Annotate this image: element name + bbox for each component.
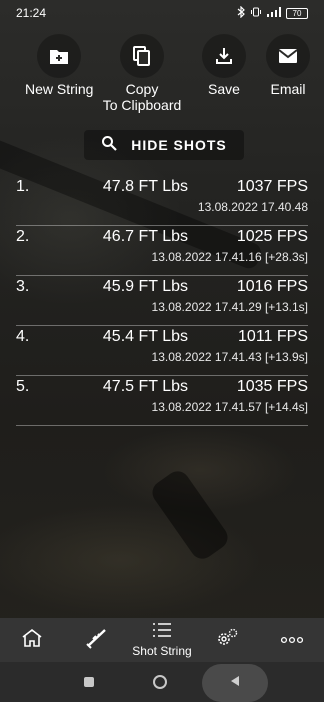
shot-timestamp: 13.08.2022 17.41.29 [+13.1s] xyxy=(151,300,308,314)
bottom-navigation: Shot String xyxy=(0,618,324,662)
home-icon xyxy=(21,628,43,653)
shot-index: 4. xyxy=(16,328,30,345)
copy-to-clipboard-button[interactable]: Copy To Clipboard xyxy=(97,34,187,113)
vibrate-icon xyxy=(250,6,262,21)
shot-velocity: 1037 FPS xyxy=(236,178,308,195)
copy-icon xyxy=(120,34,164,78)
battery-icon: 70 xyxy=(286,7,308,19)
home-button[interactable] xyxy=(153,675,167,689)
shot-row[interactable]: 4. 45.4 FT Lbs 1011 FPS 13.08.2022 17.41… xyxy=(16,326,308,376)
shot-index: 1. xyxy=(16,178,30,195)
list-icon xyxy=(152,622,172,643)
system-navigation-bar xyxy=(0,662,324,702)
save-label: Save xyxy=(208,81,240,97)
copy-label-line1: Copy xyxy=(125,81,159,97)
hide-shots-label: HIDE SHOTS xyxy=(131,137,227,153)
search-icon xyxy=(101,135,117,156)
new-folder-icon xyxy=(37,34,82,78)
new-string-button[interactable]: New String xyxy=(25,34,93,97)
shot-energy: 47.8 FT Lbs xyxy=(102,178,188,195)
shot-index: 3. xyxy=(16,278,30,295)
email-label: Email xyxy=(270,81,306,97)
nav-shot-string-label: Shot String xyxy=(132,644,192,658)
back-icon xyxy=(230,674,240,692)
copy-label-line2: To Clipboard xyxy=(102,97,182,113)
status-icons: 70 xyxy=(237,5,308,21)
shot-velocity: 1035 FPS xyxy=(236,378,308,395)
shot-timestamp: 13.08.2022 17.40.48 xyxy=(197,200,308,214)
shot-index: 2. xyxy=(16,228,30,245)
shot-energy: 47.5 FT Lbs xyxy=(102,378,188,395)
new-string-label: New String xyxy=(25,81,94,97)
shot-timestamp: 13.08.2022 17.41.57 [+14.4s] xyxy=(151,400,308,414)
nav-settings[interactable] xyxy=(194,618,259,662)
shot-index: 5. xyxy=(16,378,30,395)
back-button[interactable] xyxy=(202,664,268,702)
shot-energy: 46.7 FT Lbs xyxy=(102,228,188,245)
download-icon xyxy=(202,34,246,78)
shot-row[interactable]: 3. 45.9 FT Lbs 1016 FPS 13.08.2022 17.41… xyxy=(16,276,308,326)
nav-more[interactable] xyxy=(259,618,324,662)
action-toolbar: New String Copy To Clipboard Save Email xyxy=(0,34,324,118)
recents-button[interactable] xyxy=(84,677,94,687)
shot-row[interactable]: 5. 47.5 FT Lbs 1035 FPS 13.08.2022 17.41… xyxy=(16,376,308,426)
shot-list: 1. 47.8 FT Lbs 1037 FPS 13.08.2022 17.40… xyxy=(16,176,308,426)
nav-home[interactable] xyxy=(0,618,65,662)
status-bar: 21:24 70 xyxy=(0,0,324,26)
shot-row[interactable]: 1. 47.8 FT Lbs 1037 FPS 13.08.2022 17.40… xyxy=(16,176,308,226)
signal-icon xyxy=(266,6,282,21)
status-time: 21:24 xyxy=(16,6,47,20)
rifle-icon xyxy=(85,627,109,654)
shot-velocity: 1025 FPS xyxy=(236,228,308,245)
bluetooth-icon xyxy=(237,5,246,21)
hide-shots-button[interactable]: HIDE SHOTS xyxy=(84,130,244,160)
shot-velocity: 1016 FPS xyxy=(236,278,308,295)
more-icon xyxy=(280,631,303,649)
email-icon xyxy=(266,34,310,78)
save-button[interactable]: Save xyxy=(202,34,246,97)
battery-level: 70 xyxy=(292,8,302,18)
shot-timestamp: 13.08.2022 17.41.16 [+28.3s] xyxy=(151,250,308,264)
shot-timestamp: 13.08.2022 17.41.43 [+13.9s] xyxy=(151,350,308,364)
shot-energy: 45.4 FT Lbs xyxy=(102,328,188,345)
nav-shot-string[interactable]: Shot String xyxy=(130,618,195,662)
shot-velocity: 1011 FPS xyxy=(238,328,308,345)
shot-row[interactable]: 2. 46.7 FT Lbs 1025 FPS 13.08.2022 17.41… xyxy=(16,226,308,276)
nav-rifle[interactable] xyxy=(65,618,130,662)
settings-icon xyxy=(215,627,239,654)
shot-energy: 45.9 FT Lbs xyxy=(102,278,188,295)
email-button[interactable]: Email xyxy=(266,34,310,97)
